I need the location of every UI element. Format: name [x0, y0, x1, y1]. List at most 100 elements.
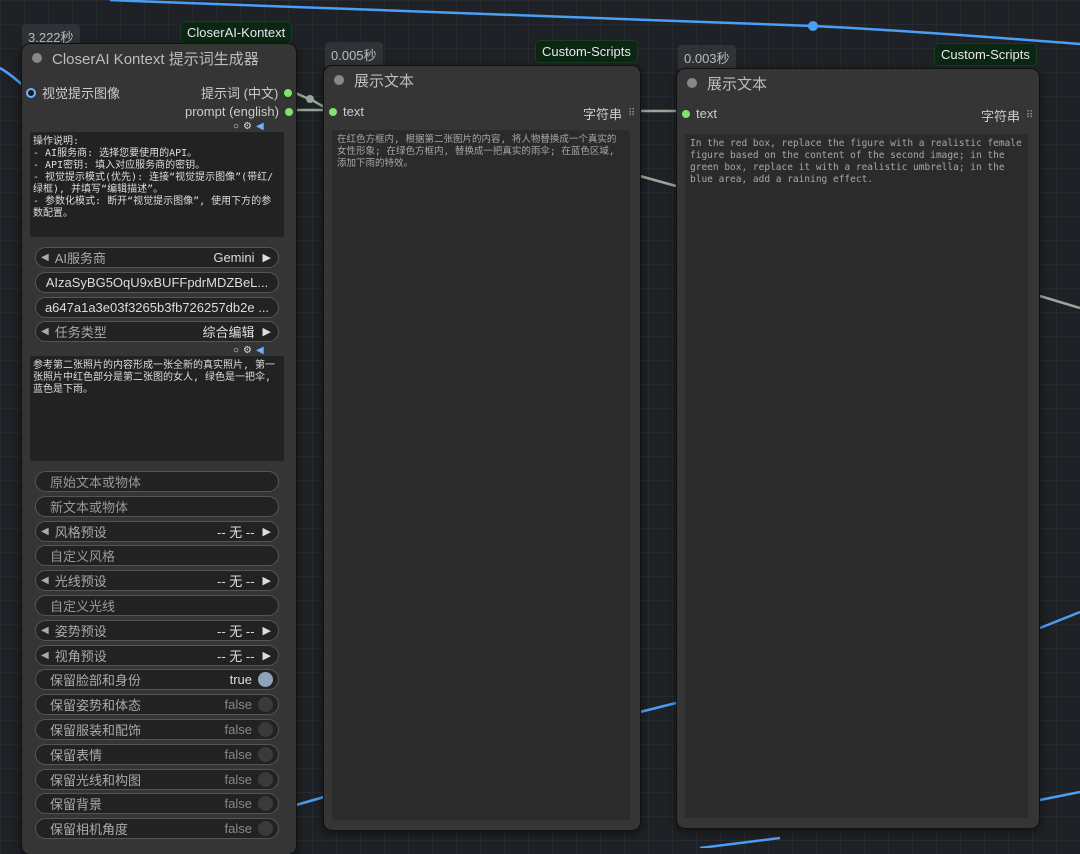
link-blue-8: [295, 795, 325, 807]
keep-light-label: 保留光线和构图: [50, 773, 142, 788]
edit-description-textarea[interactable]: 参考第二张照片的内容形成一张全新的真实照片, 第一张照片中红色部分是第二张图的女…: [30, 356, 284, 461]
toggle-knob-icon[interactable]: [258, 747, 273, 762]
arrow-right-icon[interactable]: ▶: [263, 649, 271, 662]
light-preset-value: -- 无 --: [216, 574, 255, 589]
api-key2-field[interactable]: a647a1a3e03f3265b3fb726257db2e ...: [35, 297, 279, 318]
arrow-right-icon[interactable]: ▶: [263, 624, 271, 637]
ai-provider-combo[interactable]: ◀ AI服务商 Gemini ▶: [35, 247, 279, 268]
arrow-right-icon[interactable]: ▶: [263, 525, 271, 538]
arrow-left-icon[interactable]: ◀: [41, 650, 49, 661]
node2-input-text[interactable]: text: [329, 104, 364, 119]
task-type-label: 任务类型: [54, 325, 107, 340]
node3-output-string[interactable]: 字符串 ⠿: [981, 106, 1033, 125]
node3-collapse-dot[interactable]: [687, 78, 697, 88]
arrow-right-icon[interactable]: ▶: [263, 251, 271, 264]
node3-source-badge: Custom-Scripts: [934, 43, 1037, 66]
keep-clothes-toggle[interactable]: 保留服装和配饰 false: [35, 719, 279, 740]
keep-clothes-value: false: [224, 722, 252, 737]
toggle-knob-icon[interactable]: [258, 796, 273, 811]
speaker-icon[interactable]: ◀: [256, 345, 264, 356]
node1-output1-label: 提示词 (中文): [201, 86, 279, 101]
pose-preset-combo[interactable]: ◀ 姿势预设 -- 无 -- ▶: [35, 620, 279, 641]
toggle-knob-icon[interactable]: [258, 772, 273, 787]
toggle-knob-icon[interactable]: [258, 697, 273, 712]
circle-icon[interactable]: ○: [233, 345, 239, 356]
node2-text-display[interactable]: 在红色方框内, 根据第二张图片的内容, 将人物替换成一个真实的女性形象; 在绿色…: [332, 130, 630, 820]
original-text-field[interactable]: 原始文本或物体: [35, 471, 279, 492]
pose-preset-value: -- 无 --: [216, 624, 255, 639]
node3-text-display[interactable]: In the red box, replace the figure with …: [685, 134, 1028, 818]
node2-output-label: 字符串: [583, 107, 623, 122]
node2-exec-time: 0.005秒: [325, 42, 383, 67]
arrow-left-icon[interactable]: ◀: [41, 252, 49, 263]
input-socket-icon[interactable]: [329, 107, 337, 116]
input-socket-icon[interactable]: [26, 87, 36, 98]
arrow-left-icon[interactable]: ◀: [41, 625, 49, 636]
node2-header[interactable]: 展示文本: [324, 66, 640, 94]
light-preset-combo[interactable]: ◀ 光线预设 -- 无 -- ▶: [35, 570, 279, 591]
node1-output-cn[interactable]: 提示词 (中文): [201, 83, 293, 102]
new-text-field[interactable]: 新文本或物体: [35, 496, 279, 517]
node1-header[interactable]: CloserAI Kontext 提示词生成器: [22, 44, 296, 72]
link-blue-9: [699, 836, 781, 848]
gear-icon[interactable]: ⚙: [243, 345, 252, 356]
keep-camera-value: false: [224, 821, 252, 836]
node2-collapse-dot[interactable]: [334, 75, 344, 85]
toggle-knob-icon[interactable]: [258, 821, 273, 836]
circle-icon[interactable]: ○: [233, 121, 239, 132]
api-key-field[interactable]: AIzaSyBG5OqU9xBUFFpdrMDZBeL...: [35, 272, 279, 293]
keep-pose-toggle[interactable]: 保留姿势和体态 false: [35, 694, 279, 715]
keep-camera-toggle[interactable]: 保留相机角度 false: [35, 818, 279, 839]
keep-face-value: true: [229, 672, 252, 687]
keep-background-toggle[interactable]: 保留背景 false: [35, 793, 279, 814]
output-socket-icon[interactable]: [284, 88, 293, 97]
keep-camera-label: 保留相机角度: [50, 822, 129, 837]
arrow-left-icon[interactable]: ◀: [41, 575, 49, 586]
arrow-right-icon[interactable]: ▶: [263, 325, 271, 338]
node2-output-string[interactable]: 字符串 ⠿: [583, 104, 635, 123]
output-socket-icon[interactable]: [284, 107, 293, 116]
node3-input-label: text: [696, 106, 717, 121]
node1-collapse-dot[interactable]: [32, 53, 42, 63]
arrow-right-icon[interactable]: ▶: [263, 574, 271, 587]
original-text-placeholder: 原始文本或物体: [50, 475, 142, 490]
node3-header[interactable]: 展示文本: [677, 69, 1039, 97]
custom-light-field[interactable]: 自定义光线: [35, 595, 279, 616]
node1-input-label: 视觉提示图像: [42, 86, 121, 101]
custom-style-field[interactable]: 自定义风格: [35, 545, 279, 566]
keep-expression-toggle[interactable]: 保留表情 false: [35, 744, 279, 765]
instructions-textarea[interactable]: 操作说明: - AI服务商: 选择您要使用的API。 - API密钥: 填入对应…: [30, 132, 284, 237]
link-grey-dot: [306, 95, 314, 103]
input-socket-icon[interactable]: [682, 109, 690, 118]
keep-light-toggle[interactable]: 保留光线和构图 false: [35, 769, 279, 790]
toggle-knob-icon[interactable]: [258, 722, 273, 737]
grid-handle-icon[interactable]: ⠿: [1026, 110, 1033, 121]
node1-output-en[interactable]: prompt (english): [185, 104, 293, 119]
node1-output2-label: prompt (english): [185, 104, 279, 119]
style-preset-combo[interactable]: ◀ 风格预设 -- 无 -- ▶: [35, 521, 279, 542]
view-preset-label: 视角预设: [54, 649, 107, 664]
api-key2-value: a647a1a3e03f3265b3fb726257db2e ...: [44, 300, 270, 315]
arrow-left-icon[interactable]: ◀: [41, 526, 49, 537]
custom-light-placeholder: 自定义光线: [50, 599, 116, 614]
keep-background-value: false: [224, 796, 252, 811]
ai-provider-label: AI服务商: [54, 251, 106, 266]
node2-title: 展示文本: [354, 72, 415, 90]
task-type-combo[interactable]: ◀ 任务类型 综合编辑 ▶: [35, 321, 279, 342]
keep-light-value: false: [224, 772, 252, 787]
grid-handle-icon[interactable]: ⠿: [628, 108, 635, 119]
node1-source-badge: CloserAI-Kontext: [180, 21, 293, 44]
keep-face-label: 保留脸部和身份: [50, 673, 142, 688]
arrow-left-icon[interactable]: ◀: [41, 326, 49, 337]
node1-input-image[interactable]: 视觉提示图像: [26, 83, 120, 102]
link-grey-5: [1039, 294, 1080, 310]
keep-face-toggle[interactable]: 保留脸部和身份 true: [35, 669, 279, 690]
toggle-knob-icon[interactable]: [258, 672, 273, 687]
node2-source-badge: Custom-Scripts: [535, 40, 638, 63]
keep-pose-label: 保留姿势和体态: [50, 698, 142, 713]
gear-icon[interactable]: ⚙: [243, 121, 252, 132]
ai-provider-value: Gemini: [213, 250, 255, 265]
node3-input-text[interactable]: text: [682, 106, 717, 121]
view-preset-combo[interactable]: ◀ 视角预设 -- 无 -- ▶: [35, 645, 279, 666]
speaker-icon[interactable]: ◀: [256, 121, 264, 132]
